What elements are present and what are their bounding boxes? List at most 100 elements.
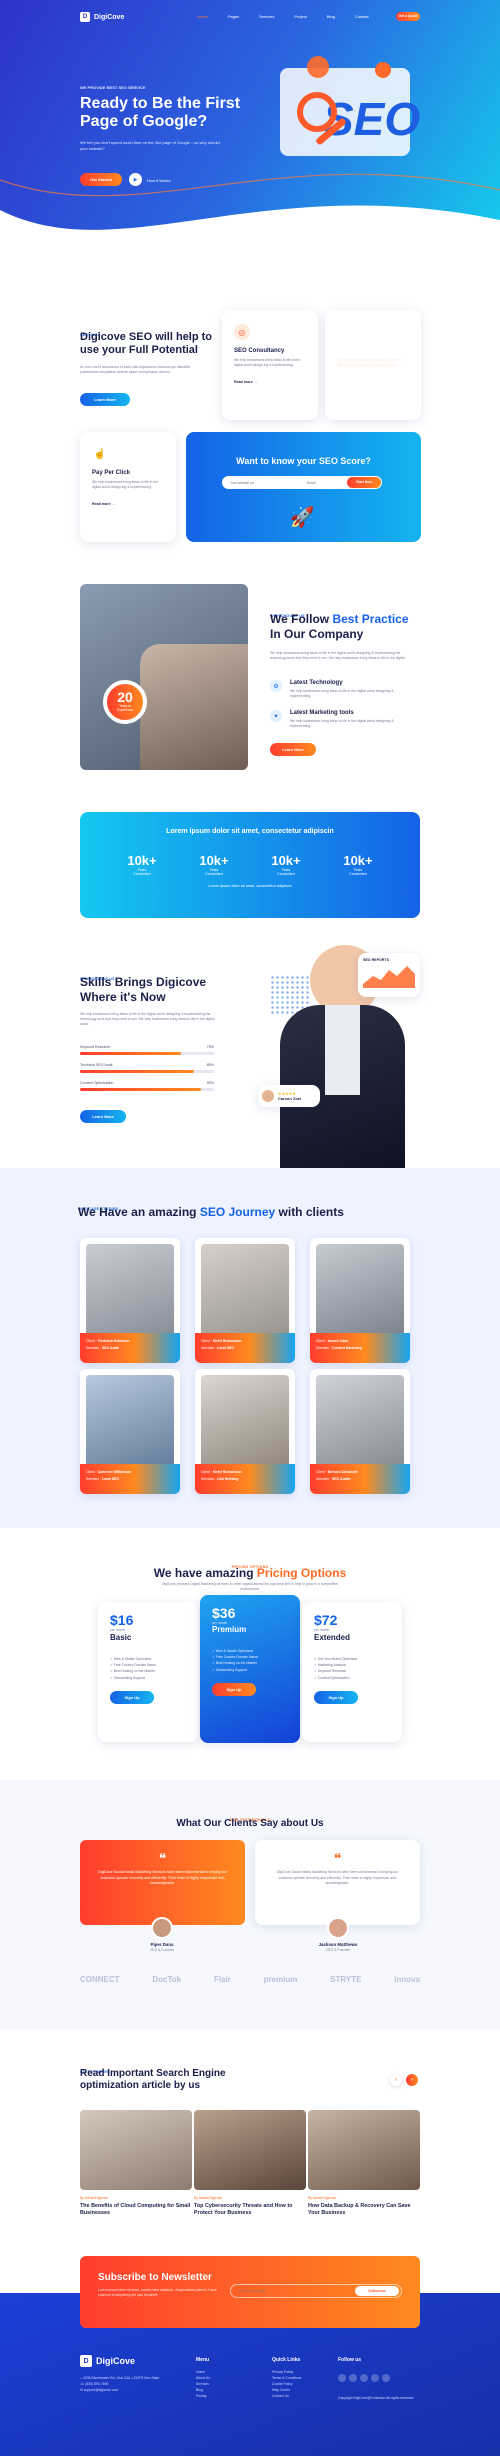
services-learn-more-button[interactable]: Learn More xyxy=(80,393,130,406)
plan-price: $36 xyxy=(212,1605,236,1621)
footer-email[interactable]: ✉ support@digicove.com xyxy=(80,2387,180,2393)
service-card-digital-marketing[interactable]: ➶ Digital Marketing We help businesses b… xyxy=(325,310,421,420)
plan-name: Basic xyxy=(110,1633,132,1642)
case-study-card[interactable]: Client · Frederick Robinson Services · SE… xyxy=(80,1238,180,1363)
email-input[interactable] xyxy=(307,480,347,485)
quote-icon: ❝ xyxy=(158,1850,167,1866)
read-more-link[interactable]: Read more → xyxy=(337,380,409,384)
footer-logo[interactable]: D DigiCove xyxy=(80,2355,180,2367)
blog-post-card[interactable]: By Admin/Digicove The Benefits of Cloud … xyxy=(80,2110,192,2217)
testimonials-title: What Our Clients Say about Us xyxy=(176,1818,324,1829)
hero-subtitle: We bet you don't spend much time on the … xyxy=(80,140,220,151)
service-card-text: We help businesses bring ideas to life i… xyxy=(234,358,301,367)
skills-title: Skills Brings Digicove Where it's Now xyxy=(80,975,207,1004)
next-arrow-icon[interactable]: › xyxy=(406,2074,418,2086)
nav-project[interactable]: Project xyxy=(294,14,306,19)
service-card-title: Pay Per Click xyxy=(92,470,131,476)
feature-text: We help businesses bring ideas to life i… xyxy=(290,719,394,728)
feature-text: We help businesses bring ideas to life i… xyxy=(290,689,394,698)
person-card: ★★★★★ Carson Zoel xyxy=(258,1085,320,1107)
skill-bar xyxy=(80,1052,214,1055)
practice-title: We Follow Best Practice In Our Company xyxy=(270,612,409,641)
sign-up-button[interactable]: Sign Up xyxy=(314,1690,358,1704)
prev-arrow-icon[interactable]: ‹ xyxy=(390,2074,402,2086)
case-study-card[interactable]: Client · Kiefel Richardson Services · Lin… xyxy=(195,1369,295,1494)
youtube-icon[interactable] xyxy=(382,2374,390,2382)
quote-button[interactable]: Get a Quote xyxy=(396,12,420,21)
newsletter-email-input[interactable] xyxy=(239,2289,355,2293)
post-author: By Admin/Digicove xyxy=(194,2196,223,2200)
client-logos: CONNECT DocTok Flair premium STRYTE inno… xyxy=(80,1975,420,1984)
plan-price: $72 xyxy=(314,1612,338,1628)
experience-years: 20 xyxy=(117,689,133,705)
post-title[interactable]: Top Cybersecurity Threats and How to Pro… xyxy=(194,2203,306,2217)
case-study-card[interactable]: Client · Bernard Alexander Services · SEO… xyxy=(310,1369,410,1494)
sign-up-button[interactable]: Sign Up xyxy=(110,1690,154,1704)
newsletter-text: Lorem ipsum dolor sit amet, consec tetur… xyxy=(98,2288,217,2297)
hero-section: D DigiCove Home Pages Services Project B… xyxy=(0,0,500,275)
nav-contact[interactable]: Contact xyxy=(355,14,369,19)
experience-label: Years of Experience xyxy=(117,704,133,712)
client-logo: CONNECT xyxy=(80,1975,120,1984)
footer-link[interactable]: Contact Us xyxy=(272,2393,301,2399)
post-author: By Admin/Digicove xyxy=(308,2196,337,2200)
testimonial-name: Jackson Matthews xyxy=(318,1942,358,1947)
logo-icon: D xyxy=(80,2355,92,2367)
logo[interactable]: D DigiCove xyxy=(80,12,124,22)
testimonial-card: ❝ DigiCove Social media Marketing Servic… xyxy=(255,1840,420,1925)
service-card-pay-per-click[interactable]: ☝ Pay Per Click We help businesses bring… xyxy=(80,432,176,542)
plan-features: ✓ Web & Mobile Optimized ✓ Free Custom D… xyxy=(110,1656,186,1681)
read-more-link[interactable]: Read more → xyxy=(92,502,164,506)
gear-icon xyxy=(375,62,391,78)
service-card-seo-consultancy[interactable]: ◎ SEO Consultancy We help businesses bri… xyxy=(222,310,318,420)
read-more-link[interactable]: Read more → xyxy=(234,380,306,384)
stat-item: 10k+ Tests Conducted xyxy=(343,853,373,876)
skills-learn-more-button[interactable]: Learn More xyxy=(80,1110,126,1123)
avatar xyxy=(262,1090,274,1102)
case-study-card[interactable]: Client · Cameron Williamson Services · Lo… xyxy=(80,1369,180,1494)
stats-footer: Lorem ipsum dolor sit amet, consectetur … xyxy=(208,884,292,888)
main-nav: Home Pages Services Project Blog Contact xyxy=(197,14,389,19)
technology-icon: ⚙ xyxy=(270,680,282,692)
sign-up-button[interactable]: Sign Up xyxy=(212,1682,256,1696)
case-study-card[interactable]: Client · Aumrit Jaber Services · Content … xyxy=(310,1238,410,1363)
twitter-icon[interactable] xyxy=(349,2374,357,2382)
subscribe-button[interactable]: Subscribe xyxy=(355,2286,399,2296)
newsletter-title: Subscribe to Newsletter xyxy=(98,2272,212,2283)
service-card-title: SEO Consultancy xyxy=(234,348,285,354)
video-label[interactable]: How it Works xyxy=(147,178,170,183)
start-now-button[interactable]: Start Now xyxy=(347,477,381,488)
footer-quick-col: Quick Links Privacy Policy Terms & Condi… xyxy=(272,2357,301,2399)
seo-score-panel: Want to know your SEO Score? Start Now 🚀 xyxy=(186,432,421,542)
get-started-button[interactable]: Get Started xyxy=(80,173,122,186)
facebook-icon[interactable] xyxy=(338,2374,346,2382)
website-url-input[interactable] xyxy=(230,480,307,485)
report-chart xyxy=(363,966,415,988)
testimonial-role: CEO & Founder xyxy=(149,1948,175,1952)
rocket-icon: 🚀 xyxy=(289,506,315,529)
skill-bar-fill xyxy=(80,1088,201,1091)
plan-price: $16 xyxy=(110,1612,134,1628)
case-study-card[interactable]: Client · Kiefel Richardson Services · Loc… xyxy=(195,1238,295,1363)
pricing-card-extended: $72 per month Extended ✓ Get Your Brand … xyxy=(302,1602,402,1742)
blog-post-card[interactable]: By Admin/Digicove How Data Backup & Reco… xyxy=(308,2110,420,2217)
blog-post-card[interactable]: By Admin/Digicove Top Cybersecurity Thre… xyxy=(194,2110,306,2217)
cursor-click-icon: ☝ xyxy=(93,448,107,460)
post-title[interactable]: The Benefits of Cloud Computing for Smal… xyxy=(80,2203,192,2217)
testimonial-quote: DigiCove Social media Marketing Services… xyxy=(276,1870,399,1886)
pricing-card-basic: $16 per month Basic ✓ Web & Mobile Optim… xyxy=(98,1602,198,1742)
services-text: At vero eos et accusamus et iusto odio d… xyxy=(80,365,191,374)
footer-quick-title: Quick Links xyxy=(272,2357,301,2363)
footer-link[interactable]: Pricing xyxy=(196,2393,210,2399)
practice-learn-more-button[interactable]: Learn More xyxy=(270,743,316,756)
plan-feature: ✓ Content Optimization xyxy=(314,1675,350,1680)
play-icon[interactable]: ▶ xyxy=(129,173,142,186)
nav-pages[interactable]: Pages xyxy=(228,14,239,19)
nav-home[interactable]: Home xyxy=(197,14,208,19)
nav-services[interactable]: Services xyxy=(259,14,274,19)
service-card-text: We help businesses bring ideas to life i… xyxy=(92,480,159,489)
nav-blog[interactable]: Blog xyxy=(327,14,335,19)
linkedin-icon[interactable] xyxy=(371,2374,379,2382)
instagram-icon[interactable] xyxy=(360,2374,368,2382)
post-title[interactable]: How Data Backup & Recovery Can Save Your… xyxy=(308,2203,420,2217)
